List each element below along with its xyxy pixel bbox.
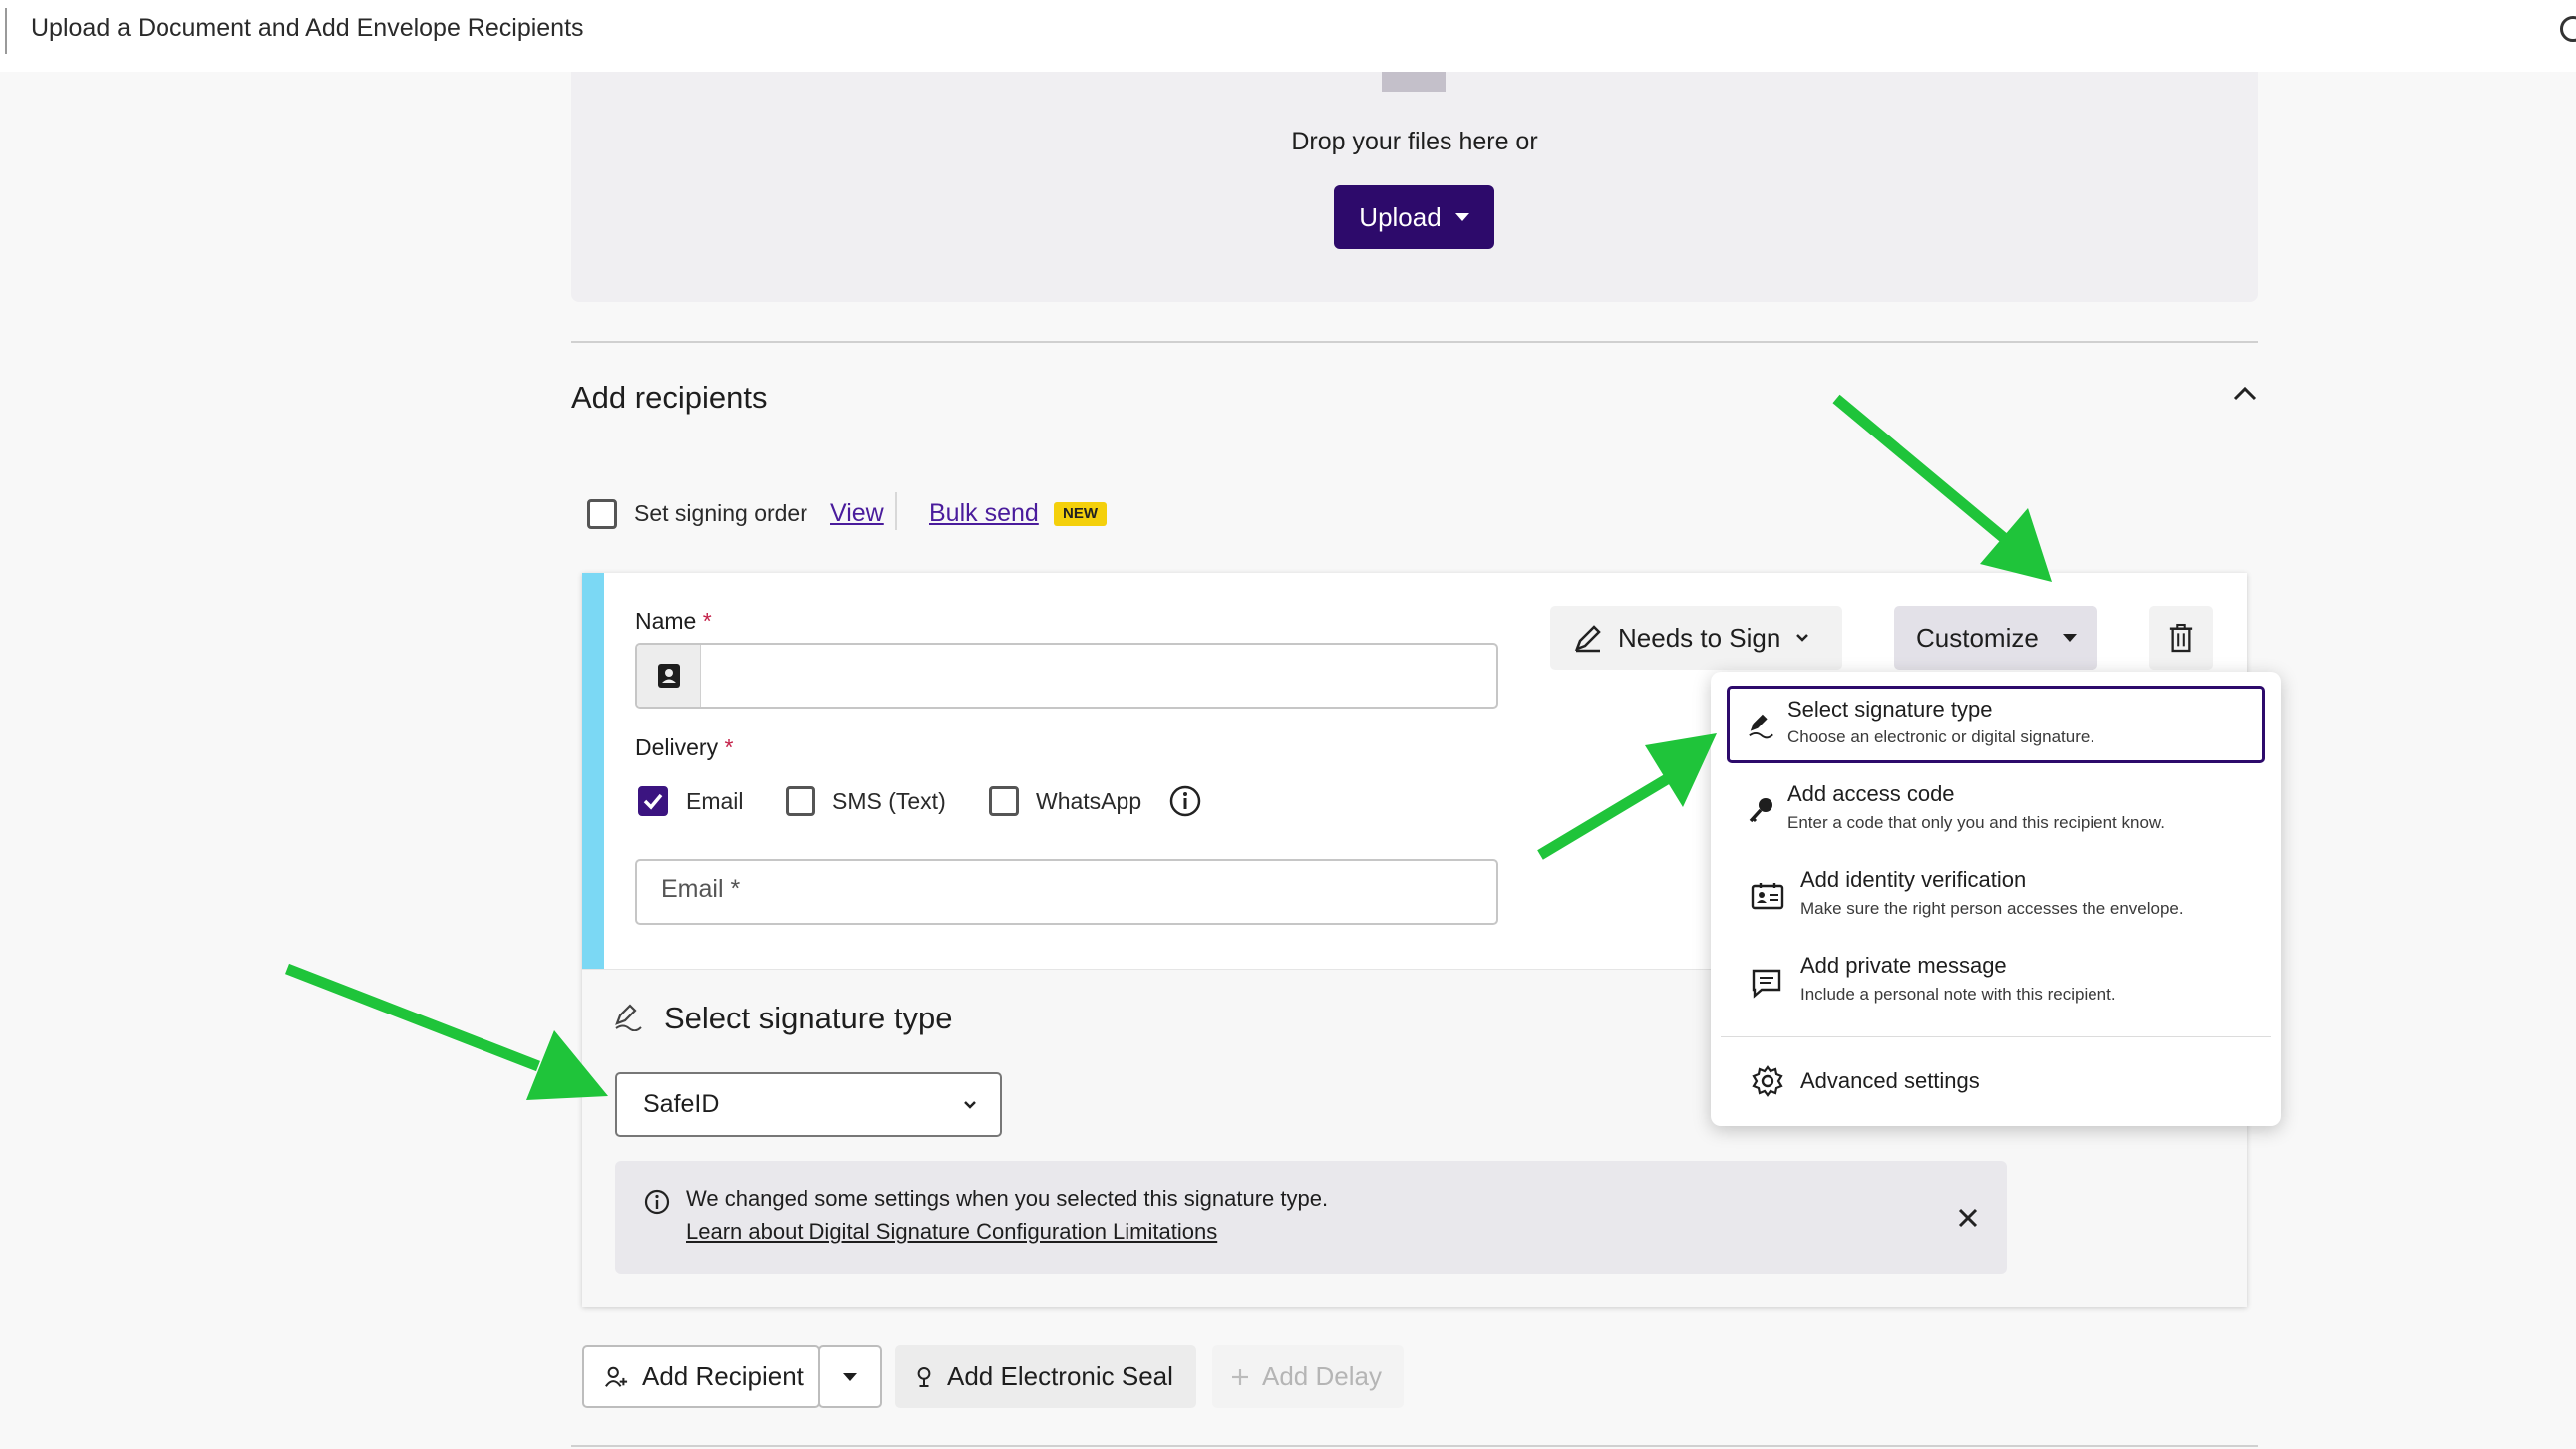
arrow-to-signature-menu [1537, 733, 1717, 860]
annotation-arrows [285, 394, 2052, 1100]
arrow-to-customize [1832, 394, 2052, 582]
arrow-to-signature-select [285, 963, 608, 1100]
